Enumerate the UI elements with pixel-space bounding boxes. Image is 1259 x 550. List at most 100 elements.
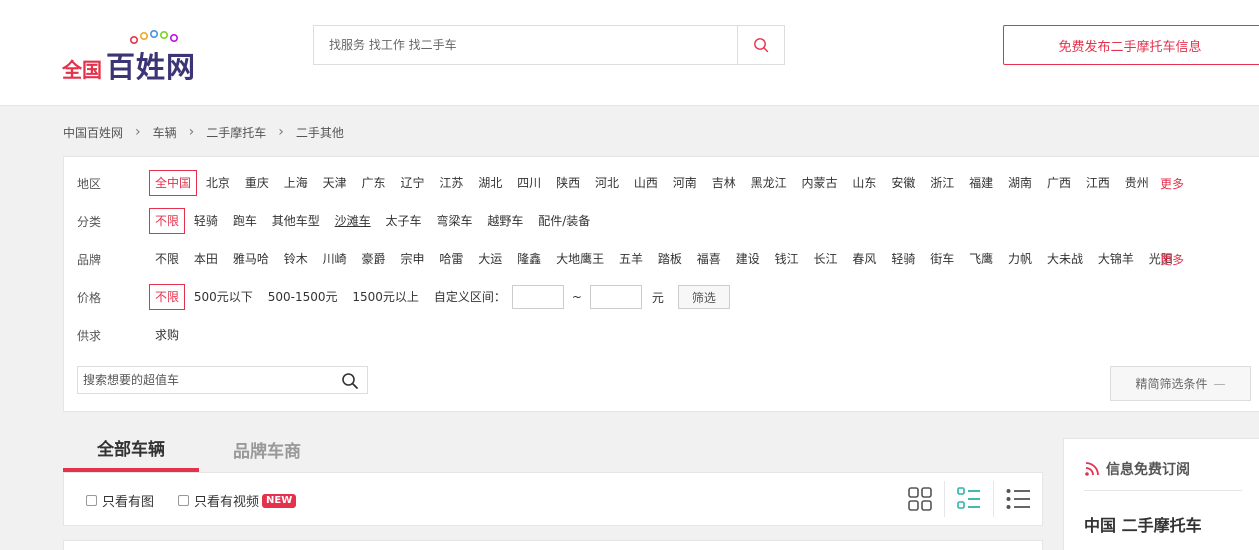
filter-option-region[interactable]: 内蒙古	[796, 170, 844, 196]
filter-row-price: 价格 不限 500元以下 500-1500元 1500元以上 自定义区间： ~ …	[77, 284, 730, 310]
logo-prefix-text: 全国	[62, 58, 102, 82]
filter-option-brand[interactable]: 豪爵	[356, 246, 392, 272]
filter-option-brand[interactable]: 雅马哈	[227, 246, 275, 272]
filter-option-price[interactable]: 500元以下	[188, 284, 259, 310]
card-list-view-icon[interactable]	[956, 486, 982, 512]
filter-option-brand[interactable]: 春风	[846, 246, 882, 272]
filter-option-region[interactable]: 湖南	[1002, 170, 1038, 196]
header-search-input[interactable]	[314, 26, 738, 64]
filter-option-brand[interactable]: 长江	[808, 246, 844, 272]
filter-option-brand[interactable]: 本田	[188, 246, 224, 272]
filter-option-region[interactable]: 山东	[846, 170, 882, 196]
search-icon[interactable]	[341, 372, 359, 390]
header-search-button[interactable]	[737, 26, 784, 64]
filter-option-category[interactable]: 配件/装备	[532, 208, 596, 234]
chevron-right-icon: ›	[135, 124, 141, 140]
breadcrumb-item-used-motorcycles[interactable]: 二手摩托车	[206, 124, 266, 141]
only-images-label: 只看有图	[102, 495, 155, 510]
post-listing-button[interactable]: 免费发布二手摩托车信息	[1003, 25, 1259, 65]
filter-option-brand[interactable]: 飞鹰	[963, 246, 999, 272]
min-price-input[interactable]	[511, 285, 564, 309]
tab-brand-dealers[interactable]: 品牌车商	[199, 426, 335, 472]
more-regions-link[interactable]: 更多	[1160, 175, 1184, 192]
filter-option-brand[interactable]: 街车	[924, 246, 960, 272]
filter-option-brand[interactable]: 大锦羊	[1092, 246, 1140, 272]
checkbox-box	[178, 495, 189, 506]
filter-option-category[interactable]: 跑车	[227, 208, 263, 234]
site-header: 全国 百姓网 免费发布二手摩托车信息	[0, 0, 1259, 106]
filter-option-brand[interactable]: 大运	[472, 246, 508, 272]
filter-label-region: 地区	[77, 176, 102, 191]
filter-option-region[interactable]: 广西	[1041, 170, 1077, 196]
filter-option-region[interactable]: 上海	[278, 170, 314, 196]
filter-option-supply-buy[interactable]: 求购	[149, 322, 185, 348]
filter-option-brand[interactable]: 钱江	[769, 246, 805, 272]
site-logo[interactable]: 全国 百姓网	[62, 28, 212, 84]
filter-option-brand[interactable]: 隆鑫	[511, 246, 547, 272]
filter-option-region[interactable]: 贵州	[1119, 170, 1155, 196]
filter-option-brand[interactable]: 轻骑	[885, 246, 921, 272]
rss-icon	[1085, 462, 1099, 476]
filter-option-category[interactable]: 沙滩车	[329, 208, 377, 234]
filter-option-brand[interactable]: 福喜	[691, 246, 727, 272]
filter-option-region[interactable]: 辽宁	[394, 170, 430, 196]
filter-option-category[interactable]: 弯梁车	[430, 208, 478, 234]
filter-option-region[interactable]: 重庆	[239, 170, 275, 196]
filter-option-category-selected[interactable]: 不限	[149, 208, 186, 234]
new-badge: NEW	[262, 493, 297, 508]
price-filter-button[interactable]: 筛选	[677, 285, 730, 309]
filter-option-region[interactable]: 黑龙江	[745, 170, 793, 196]
filter-option-region[interactable]: 吉林	[706, 170, 742, 196]
only-video-checkbox[interactable]: 只看有视频 NEW	[178, 491, 297, 510]
filter-option-price[interactable]: 500-1500元	[262, 284, 344, 310]
filter-option-brand[interactable]: 铃木	[278, 246, 314, 272]
filter-option-region[interactable]: 江西	[1080, 170, 1116, 196]
listing-search	[77, 366, 368, 394]
tab-all-vehicles[interactable]: 全部车辆	[63, 426, 199, 472]
filter-option-region[interactable]: 北京	[200, 170, 236, 196]
filter-option-price[interactable]: 1500元以上	[346, 284, 425, 310]
filter-option-region[interactable]: 广东	[356, 170, 392, 196]
list-view-icon[interactable]	[1005, 486, 1031, 512]
filter-option-region[interactable]: 福建	[963, 170, 999, 196]
filter-option-region[interactable]: 天津	[317, 170, 353, 196]
filter-option-region[interactable]: 河南	[667, 170, 703, 196]
filter-option-region[interactable]: 安徽	[885, 170, 921, 196]
grid-view-icon[interactable]	[907, 486, 933, 512]
filter-option-region[interactable]: 河北	[589, 170, 625, 196]
filter-option-brand[interactable]: 哈雷	[433, 246, 469, 272]
filter-option-category[interactable]: 太子车	[380, 208, 428, 234]
subscription-title[interactable]: 信息免费订阅	[1084, 459, 1190, 479]
filter-option-brand[interactable]: 不限	[149, 246, 185, 272]
filter-option-brand[interactable]: 大地鹰王	[550, 246, 610, 272]
breadcrumb-item-current: 二手其他	[295, 125, 344, 140]
filter-option-brand[interactable]: 五羊	[613, 246, 649, 272]
filter-option-region[interactable]: 浙江	[924, 170, 960, 196]
simplify-filters-button[interactable]: 精简筛选条件 —	[1110, 366, 1251, 401]
filter-option-region-selected[interactable]: 全中国	[149, 170, 198, 196]
more-brands-link[interactable]: 更多	[1160, 251, 1184, 268]
filter-option-price-selected[interactable]: 不限	[149, 284, 186, 310]
filter-option-brand[interactable]: 建设	[730, 246, 766, 272]
breadcrumb-item-vehicles[interactable]: 车辆	[153, 124, 177, 141]
listing-search-input[interactable]	[78, 367, 333, 393]
filter-option-category[interactable]: 轻骑	[188, 208, 224, 234]
filter-options-category: 不限 轻骑 跑车 其他车型 沙滩车 太子车 弯梁车 越野车 配件/装备	[149, 208, 599, 234]
filter-option-region[interactable]: 江苏	[433, 170, 469, 196]
filter-option-brand[interactable]: 宗申	[394, 246, 430, 272]
filter-option-brand[interactable]: 踏板	[652, 246, 688, 272]
max-price-input[interactable]	[589, 285, 642, 309]
filter-option-region[interactable]: 陕西	[550, 170, 586, 196]
filter-panel: 地区 全中国 北京 重庆 上海 天津 广东 辽宁 江苏 湖北 四川 陕西 河北 …	[63, 156, 1259, 412]
list-toolbar: 只看有图 只看有视频 NEW	[63, 472, 1043, 526]
filter-option-category[interactable]: 越野车	[481, 208, 529, 234]
filter-option-category[interactable]: 其他车型	[266, 208, 326, 234]
filter-option-brand[interactable]: 大未战	[1041, 246, 1089, 272]
breadcrumb-item-home[interactable]: 中国百姓网	[63, 124, 123, 141]
only-images-checkbox[interactable]: 只看有图	[86, 491, 154, 510]
filter-option-region[interactable]: 山西	[628, 170, 664, 196]
filter-option-brand[interactable]: 力帆	[1002, 246, 1038, 272]
filter-option-region[interactable]: 四川	[511, 170, 547, 196]
filter-option-brand[interactable]: 川崎	[317, 246, 353, 272]
filter-option-region[interactable]: 湖北	[472, 170, 508, 196]
